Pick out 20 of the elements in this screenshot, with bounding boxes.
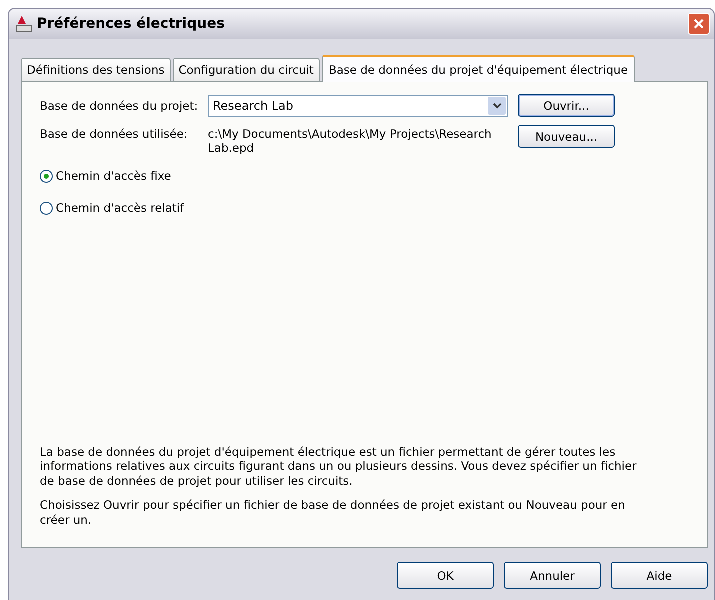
database-path: c:\My Documents\Autodesk\My Projects\Research Lab.epd [208, 126, 493, 155]
app-logo-icon [15, 15, 33, 33]
database-dropdown[interactable]: Research Lab [208, 94, 508, 116]
description-text: La base de données du projet d'équipement électrique est un fichier permettant de gérer toutes les informations relatives aux circuits figurant dans un ou plusieurs dessins. Vous devez spécifier un fichier de base de données de projet pour utiliser les circuits. [40, 444, 638, 488]
close-icon[interactable] [688, 13, 710, 35]
tab[interactable]: Configuration du circuit [172, 58, 320, 81]
dialog-button[interactable]: Aide [611, 562, 708, 589]
field-label: Base de données utilisée: [40, 126, 189, 141]
radio-option[interactable]: Chemin d'accès fixe [40, 169, 172, 183]
tab[interactable]: Définitions des tensions [21, 58, 171, 81]
chevron-down-icon [492, 102, 502, 108]
radio-option[interactable]: Chemin d'accès relatif [40, 201, 184, 215]
description-text: Choisissez Ouvrir pour spécifier un fichier de base de données de projet existant ou Nouveau pour en créer un. [40, 498, 626, 527]
tab[interactable]: Base de données du projet d'équipement électrique [322, 55, 636, 82]
window-title: Préférences électriques [37, 16, 226, 32]
dialog-button[interactable]: OK [397, 562, 494, 589]
open-button[interactable]: Ouvrir... [518, 94, 615, 117]
field-label: Base de données du projet: [40, 98, 200, 112]
new-button[interactable]: Nouveau... [518, 125, 615, 148]
dialog-button[interactable]: Annuler [504, 562, 601, 589]
